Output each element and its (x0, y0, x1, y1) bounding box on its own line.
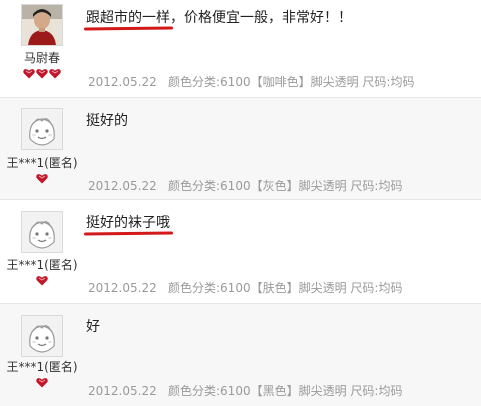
review-content: 好 (86, 316, 100, 336)
review-date: 2012.05.22 (88, 75, 157, 89)
user-avatar-photo[interactable] (21, 4, 63, 46)
reviewer-name[interactable]: 王***1(匿名) (0, 256, 84, 273)
sku-attributes: 颜色分类:6100【肤色】脚尖透明 尺码:均码 (168, 281, 403, 295)
default-avatar-icon[interactable] (21, 315, 63, 357)
review-list: 马尉春 跟超市的一样，价格便宜一般，非常好！！ 2012.05.22 颜色分类:6… (0, 0, 481, 406)
default-avatar-icon[interactable] (21, 108, 63, 150)
review-meta: 2012.05.22 颜色分类:6100【黑色】脚尖透明 尺码:均码 (88, 382, 402, 399)
review-date: 2012.05.22 (88, 179, 157, 193)
review-date: 2012.05.22 (88, 281, 157, 295)
heart-badge-icon (49, 69, 61, 79)
buyer-rank-badges (36, 377, 48, 388)
buyer-rank-badges (23, 68, 61, 79)
buyer-rank-badges (36, 275, 48, 286)
review-item: 王***1(匿名) 挺好的 2012.05.22 颜色分类:6100【灰色】脚尖透… (0, 98, 481, 200)
heart-badge-icon (36, 378, 48, 388)
reviewer-name[interactable]: 王***1(匿名) (0, 154, 84, 171)
review-item: 王***1(匿名) 好 2012.05.22 颜色分类:6100【黑色】脚尖透明 … (0, 304, 481, 406)
review-meta: 2012.05.22 颜色分类:6100【咖啡色】脚尖透明 尺码:均码 (88, 73, 414, 90)
buyer-rank-badges (36, 173, 48, 184)
heart-badge-icon (36, 174, 48, 184)
highlighted-text: 挺好的袜子哦 (86, 212, 170, 232)
heart-badge-icon (36, 69, 48, 79)
review-date: 2012.05.22 (88, 384, 157, 398)
review-meta: 2012.05.22 颜色分类:6100【灰色】脚尖透明 尺码:均码 (88, 177, 402, 194)
review-item: 王***1(匿名) 挺好的袜子哦 2012.05.22 颜色分类:6100【肤色】… (0, 200, 481, 304)
review-text: ，价格便宜一般，非常好！！ (170, 10, 352, 26)
sku-attributes: 颜色分类:6100【黑色】脚尖透明 尺码:均码 (168, 384, 403, 398)
reviewer-name[interactable]: 王***1(匿名) (0, 358, 84, 375)
review-meta: 2012.05.22 颜色分类:6100【肤色】脚尖透明 尺码:均码 (88, 279, 402, 296)
reviewer-name[interactable]: 马尉春 (0, 49, 84, 66)
default-avatar-icon[interactable] (21, 211, 63, 253)
review-text: 好 (86, 319, 100, 335)
highlighted-text: 跟超市的一样 (86, 7, 170, 27)
review-content: 跟超市的一样，价格便宜一般，非常好！！ (86, 7, 352, 27)
review-text: 挺好的 (86, 113, 128, 129)
sku-attributes: 颜色分类:6100【灰色】脚尖透明 尺码:均码 (168, 179, 403, 193)
heart-badge-icon (36, 276, 48, 286)
review-content: 挺好的袜子哦 (86, 212, 170, 232)
heart-badge-icon (23, 69, 35, 79)
sku-attributes: 颜色分类:6100【咖啡色】脚尖透明 尺码:均码 (168, 75, 415, 89)
review-item: 马尉春 跟超市的一样，价格便宜一般，非常好！！ 2012.05.22 颜色分类:6… (0, 0, 481, 98)
review-content: 挺好的 (86, 110, 128, 130)
